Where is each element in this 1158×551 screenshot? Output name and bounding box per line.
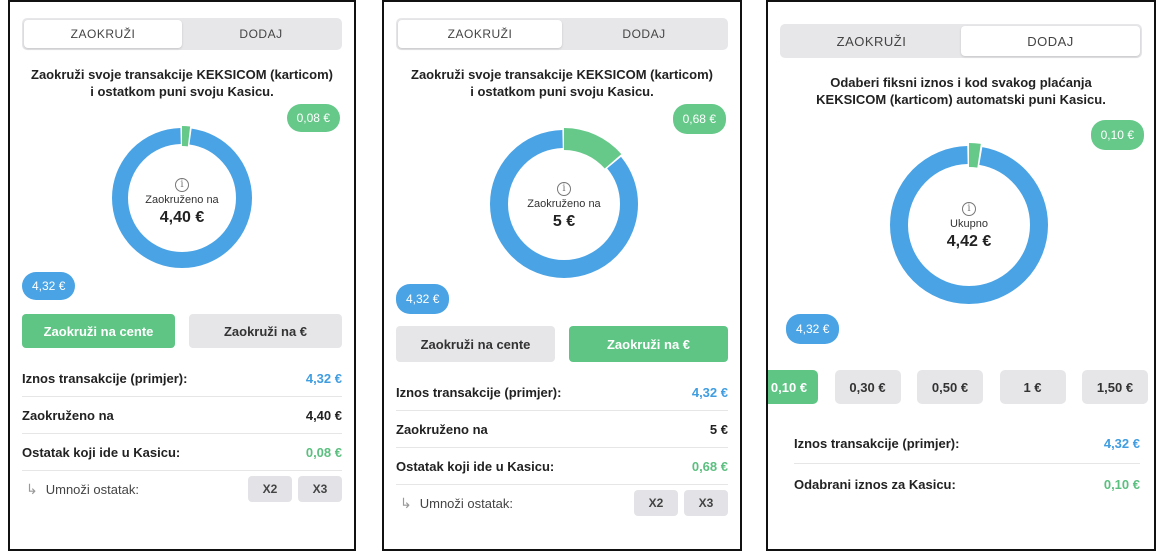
summary-row-transaction: Iznos transakcije (primjer): 4,32 € bbox=[22, 360, 342, 397]
tab-dodaj[interactable]: DODAJ bbox=[182, 20, 340, 48]
round-to-euro-button[interactable]: Zaokruži na € bbox=[189, 314, 342, 348]
donut-center: i Zaokruženo na 5 € bbox=[514, 178, 614, 231]
center-label: Zaokruženo na bbox=[145, 194, 219, 206]
center-value: 4,42 € bbox=[946, 233, 992, 250]
tab-zaokruzi[interactable]: ZAOKRUŽI bbox=[782, 26, 961, 56]
mode-tabs: ZAOKRUŽI DODAJ bbox=[396, 18, 728, 50]
summary-row-selected-amount: Odabrani iznos za Kasicu: 0,10 € bbox=[794, 476, 1140, 492]
multiply-x3-button[interactable]: X3 bbox=[298, 476, 342, 502]
summary-list: Iznos transakcije (primjer): 4,32 € Odab… bbox=[794, 424, 1140, 504]
phone-screen-round-euro: ZAOKRUŽI DODAJ Zaokruži svoje transakcij… bbox=[382, 0, 742, 551]
info-icon[interactable]: i bbox=[175, 178, 189, 192]
center-label: Ukupno bbox=[950, 218, 988, 230]
info-icon[interactable]: i bbox=[557, 182, 571, 196]
transaction-badge: 4,32 € bbox=[786, 314, 840, 344]
round-to-cents-button[interactable]: Zaokruži na cente bbox=[22, 314, 175, 348]
center-value: 5 € bbox=[552, 213, 576, 230]
donut-center: i Zaokruženo na 4,40 € bbox=[132, 174, 232, 227]
page-heading: Zaokruži svoje transakcije KEKSICOM (kar… bbox=[411, 67, 713, 99]
multiply-row: ↳ Umnoži ostatak: X2 X3 bbox=[22, 471, 342, 507]
return-arrow-icon: ↳ bbox=[26, 480, 38, 497]
amount-option-0-10[interactable]: 0,10 € bbox=[768, 370, 818, 404]
multiply-row: ↳ Umnoži ostatak: X2 X3 bbox=[396, 485, 728, 521]
mode-tabs: ZAOKRUŽI DODAJ bbox=[22, 18, 342, 50]
summary-row-transaction: Iznos transakcije (primjer): 4,32 € bbox=[396, 374, 728, 411]
tab-zaokruzi[interactable]: ZAOKRUŽI bbox=[24, 20, 182, 48]
remainder-badge: 0,08 € bbox=[286, 104, 340, 132]
rounding-options: Zaokruži na cente Zaokruži na € bbox=[396, 326, 728, 362]
center-value: 4,40 € bbox=[159, 209, 205, 226]
transaction-badge: 4,32 € bbox=[22, 272, 76, 300]
summary-list: Iznos transakcije (primjer): 4,32 € Zaok… bbox=[396, 374, 728, 521]
multiply-label: Umnoži ostatak: bbox=[419, 495, 513, 511]
amount-option-1-50[interactable]: 1,50 € bbox=[1082, 370, 1148, 404]
multiply-x3-button[interactable]: X3 bbox=[684, 490, 728, 516]
amount-option-0-50[interactable]: 0,50 € bbox=[917, 370, 983, 404]
page-heading: Zaokruži svoje transakcije KEKSICOM (kar… bbox=[31, 67, 333, 99]
transaction-badge: 4,32 € bbox=[396, 284, 450, 314]
summary-row-remainder: Ostatak koji ide u Kasicu: 0,08 € bbox=[22, 434, 342, 471]
return-arrow-icon: ↳ bbox=[400, 494, 412, 511]
amount-option-1[interactable]: 1 € bbox=[999, 370, 1066, 404]
info-icon[interactable]: i bbox=[962, 202, 976, 216]
summary-row-remainder: Ostatak koji ide u Kasicu: 0,68 € bbox=[396, 448, 728, 485]
multiply-x2-button[interactable]: X2 bbox=[248, 476, 292, 502]
summary-row-transaction: Iznos transakcije (primjer): 4,32 € bbox=[794, 424, 1140, 464]
round-to-cents-button[interactable]: Zaokruži na cente bbox=[396, 326, 555, 362]
tab-dodaj[interactable]: DODAJ bbox=[961, 26, 1140, 56]
page-heading: Odaberi fiksni iznos i kod svakog plaćan… bbox=[816, 75, 1106, 107]
rounding-options: Zaokruži na cente Zaokruži na € bbox=[22, 314, 342, 348]
mode-tabs: ZAOKRUŽI DODAJ bbox=[780, 24, 1142, 58]
fixed-amount-options: 0,10 € 0,30 € 0,50 € 1 € 1,50 € bbox=[768, 370, 1148, 404]
remainder-badge: 0,68 € bbox=[672, 104, 726, 134]
phone-screen-add-fixed: ZAOKRUŽI DODAJ Odaberi fiksni iznos i ko… bbox=[766, 0, 1156, 551]
added-amount-badge: 0,10 € bbox=[1090, 120, 1144, 150]
donut-center: i Ukupno 4,42 € bbox=[919, 198, 1019, 251]
tab-dodaj[interactable]: DODAJ bbox=[562, 20, 726, 48]
round-to-euro-button[interactable]: Zaokruži na € bbox=[569, 326, 728, 362]
multiply-x2-button[interactable]: X2 bbox=[634, 490, 678, 516]
multiply-label: Umnoži ostatak: bbox=[45, 481, 139, 497]
amount-option-0-30[interactable]: 0,30 € bbox=[834, 370, 901, 404]
center-label: Zaokruženo na bbox=[527, 198, 601, 210]
phone-screen-round-cents: ZAOKRUŽI DODAJ Zaokruži svoje transakcij… bbox=[8, 0, 356, 551]
summary-list: Iznos transakcije (primjer): 4,32 € Zaok… bbox=[22, 360, 342, 507]
summary-row-rounded: Zaokruženo na 4,40 € bbox=[22, 397, 342, 434]
summary-row-rounded: Zaokruženo na 5 € bbox=[396, 411, 728, 448]
tab-zaokruzi[interactable]: ZAOKRUŽI bbox=[398, 20, 562, 48]
